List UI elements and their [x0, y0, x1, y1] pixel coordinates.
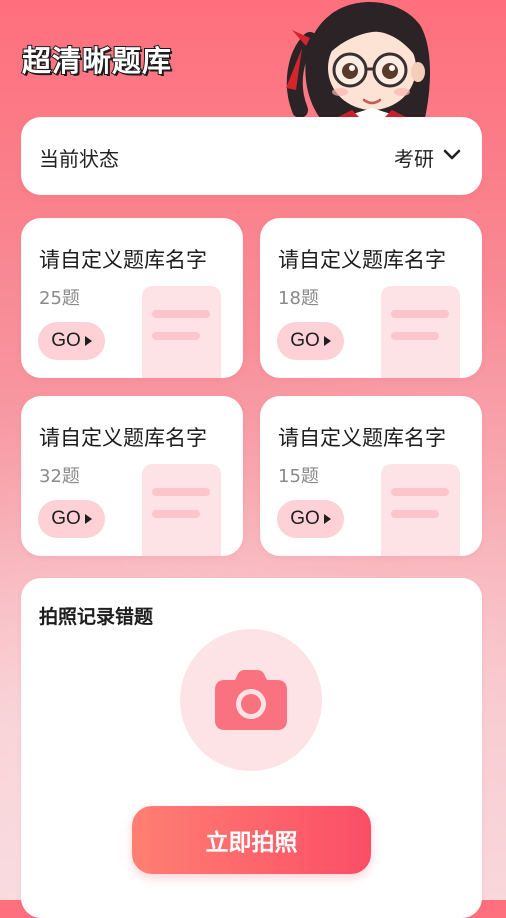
document-icon [381, 464, 460, 556]
go-button[interactable]: GO [38, 322, 105, 360]
document-line [391, 510, 439, 518]
status-value[interactable]: 考研 [394, 143, 434, 172]
take-photo-button[interactable]: 立即拍照 [132, 806, 371, 874]
question-count: 25题 [39, 288, 80, 309]
bank-name: 请自定义题库名字 [278, 426, 446, 450]
document-line [152, 310, 210, 318]
document-icon [381, 286, 460, 378]
go-label: GO [290, 330, 320, 351]
document-line [391, 332, 439, 340]
document-line [391, 310, 449, 318]
go-label: GO [51, 508, 81, 529]
play-arrow-icon [323, 514, 331, 524]
document-line [152, 510, 200, 518]
question-bank-card[interactable]: 请自定义题库名字 15题 GO [260, 396, 482, 556]
go-label: GO [51, 330, 81, 351]
play-arrow-icon [84, 336, 92, 346]
question-bank-card[interactable]: 请自定义题库名字 32题 GO [21, 396, 243, 556]
question-count: 15题 [278, 466, 319, 487]
bank-name: 请自定义题库名字 [39, 248, 207, 272]
question-bank-card[interactable]: 请自定义题库名字 18题 GO [260, 218, 482, 378]
mascot-illustration [286, 2, 430, 118]
document-line [152, 488, 210, 496]
camera-button[interactable] [180, 629, 322, 771]
bank-name: 请自定义题库名字 [278, 248, 446, 272]
document-icon [142, 286, 221, 378]
app-title: 超清晰题库 [21, 43, 173, 79]
status-selector[interactable]: 当前状态 考研 [21, 117, 482, 195]
camera-icon [215, 670, 287, 730]
question-bank-card[interactable]: 请自定义题库名字 25题 GO [21, 218, 243, 378]
chevron-down-icon[interactable] [442, 145, 462, 165]
status-label: 当前状态 [39, 147, 119, 171]
go-label: GO [290, 508, 320, 529]
go-button[interactable]: GO [277, 322, 344, 360]
go-button[interactable]: GO [277, 500, 344, 538]
bank-name: 请自定义题库名字 [39, 426, 207, 450]
photo-section-title: 拍照记录错题 [39, 606, 154, 628]
question-count: 32题 [39, 466, 80, 487]
go-button[interactable]: GO [38, 500, 105, 538]
play-arrow-icon [84, 514, 92, 524]
document-icon [142, 464, 221, 556]
question-count: 18题 [278, 288, 319, 309]
document-line [152, 332, 200, 340]
play-arrow-icon [323, 336, 331, 346]
document-line [391, 488, 449, 496]
photo-record-card: 拍照记录错题 立即拍照 [21, 578, 482, 918]
